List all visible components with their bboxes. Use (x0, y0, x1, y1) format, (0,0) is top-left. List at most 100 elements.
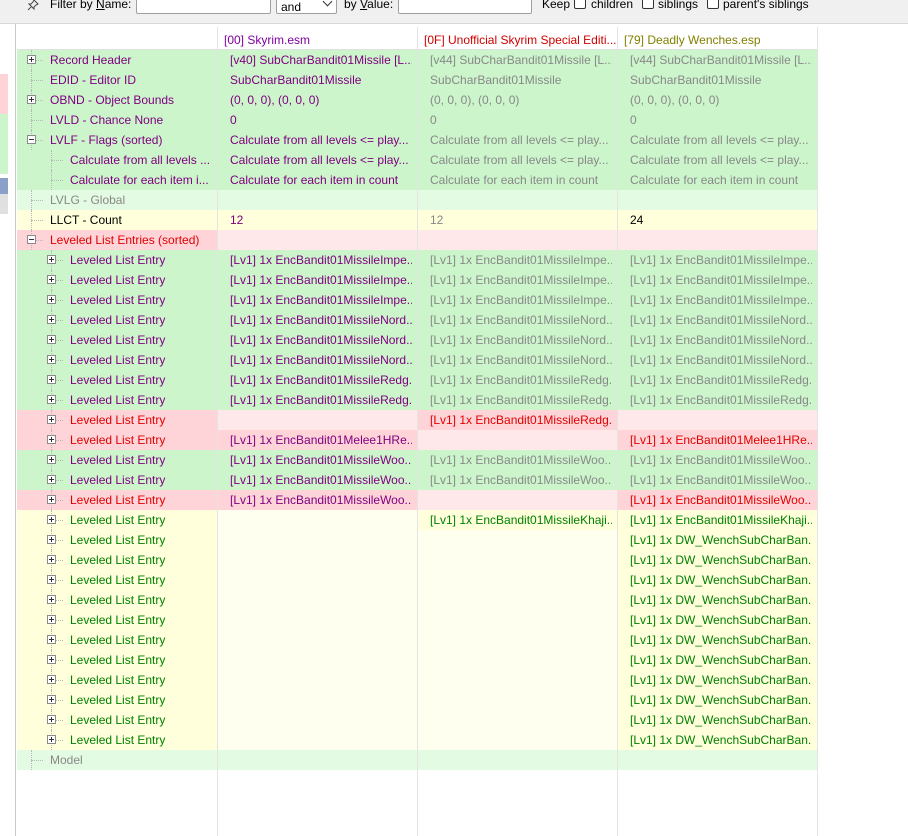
tree-row-leveled-list-entry[interactable]: Leveled List Entry [Lv1] 1x EncBandit01Me… (17, 430, 908, 450)
tree-row-leveled-list-entry[interactable]: Leveled List Entry [Lv1] 1x EncBandit01Mi… (17, 350, 908, 370)
expand-plus-icon[interactable] (27, 95, 36, 104)
value-cell-col2[interactable]: [Lv1] 1x EncBandit01MissileKhaji... (630, 513, 812, 527)
value-cell-col1[interactable]: [Lv1] 1x EncBandit01MissileRedg... (430, 413, 612, 427)
expand-plus-icon[interactable] (27, 55, 36, 64)
collapse-minus-icon[interactable] (27, 235, 36, 244)
value-cell-col2[interactable]: 24 (630, 213, 812, 227)
value-cell-col1[interactable]: [Lv1] 1x EncBandit01MissileNord... (430, 313, 612, 327)
expand-plus-icon[interactable] (47, 635, 56, 644)
value-cell-col1[interactable]: Calculate for each item in count (430, 173, 612, 187)
column-header-deadly-wenches[interactable]: [79] Deadly Wenches.esp (624, 33, 761, 47)
tree-row-leveled-list-entry[interactable]: Leveled List Entry [Lv1] 1x EncBandit01Mi… (17, 410, 908, 430)
tree-row-leveled-list-entry[interactable]: Leveled List Entry [Lv1] 1x DW_WenchSubCh… (17, 630, 908, 650)
value-cell-col2[interactable]: [Lv1] 1x DW_WenchSubCharBan... (630, 573, 812, 587)
value-cell-col0[interactable]: [v40] SubCharBandit01Missile [L... (230, 53, 412, 67)
value-cell-col2[interactable]: 0 (630, 113, 812, 127)
value-cell-col1[interactable]: [v44] SubCharBandit01Missile [L... (430, 53, 612, 67)
value-cell-col2[interactable]: [Lv1] 1x DW_WenchSubCharBan... (630, 553, 812, 567)
value-cell-col1[interactable]: Calculate from all levels <= play... (430, 153, 612, 167)
expand-plus-icon[interactable] (47, 675, 56, 684)
value-cell-col2[interactable]: [Lv1] 1x EncBandit01MissileNord... (630, 313, 812, 327)
value-cell-col1[interactable]: [Lv1] 1x EncBandit01MissileRedg... (430, 373, 612, 387)
tree-row-leveled-list-entry[interactable]: Leveled List Entry [Lv1] 1x EncBandit01Mi… (17, 330, 908, 350)
value-cell-col2[interactable]: [Lv1] 1x DW_WenchSubCharBan... (630, 593, 812, 607)
value-cell-col2[interactable]: [Lv1] 1x DW_WenchSubCharBan... (630, 533, 812, 547)
expand-plus-icon[interactable] (47, 415, 56, 424)
value-cell-col0[interactable]: 12 (230, 213, 412, 227)
value-cell-col2[interactable]: Calculate from all levels <= play... (630, 133, 812, 147)
value-cell-col2[interactable]: SubCharBandit01Missile (630, 73, 812, 87)
expand-plus-icon[interactable] (47, 595, 56, 604)
siblings-checkbox[interactable] (642, 0, 654, 9)
value-cell-col2[interactable]: [Lv1] 1x EncBandit01MissileRedg... (630, 373, 812, 387)
value-cell-col1[interactable]: [Lv1] 1x EncBandit01MissileKhaji... (430, 513, 612, 527)
value-cell-col0[interactable]: (0, 0, 0), (0, 0, 0) (230, 93, 412, 107)
value-cell-col0[interactable]: Calculate for each item in count (230, 173, 412, 187)
value-cell-col0[interactable]: 0 (230, 113, 412, 127)
tree-row-model[interactable]: Model (17, 750, 908, 770)
expand-plus-icon[interactable] (47, 355, 56, 364)
expand-plus-icon[interactable] (47, 715, 56, 724)
value-cell-col2[interactable]: [Lv1] 1x EncBandit01MissileNord... (630, 353, 812, 367)
value-cell-col1[interactable]: 12 (430, 213, 612, 227)
expand-plus-icon[interactable] (47, 575, 56, 584)
value-cell-col2[interactable]: Calculate from all levels <= play... (630, 153, 812, 167)
tree-row-calculate-for-each-item-i[interactable]: Calculate for each item i... Calculate fo… (17, 170, 908, 190)
tree-row-record-header[interactable]: Record Header [v40] SubCharBandit01Missil… (17, 50, 908, 70)
value-cell-col2[interactable]: [Lv1] 1x DW_WenchSubCharBan... (630, 613, 812, 627)
children-checkbox[interactable] (574, 0, 586, 9)
expand-plus-icon[interactable] (47, 275, 56, 284)
expand-plus-icon[interactable] (47, 495, 56, 504)
expand-plus-icon[interactable] (47, 515, 56, 524)
tree-row-leveled-list-entry[interactable]: Leveled List Entry [Lv1] 1x EncBandit01Mi… (17, 490, 908, 510)
value-cell-col1[interactable]: [Lv1] 1x EncBandit01MissileWoo... (430, 453, 612, 467)
expand-plus-icon[interactable] (47, 255, 56, 264)
tree-row-calculate-from-all-levels[interactable]: Calculate from all levels ... Calculate f… (17, 150, 908, 170)
tree-row-leveled-list-entry[interactable]: Leveled List Entry [Lv1] 1x EncBandit01Mi… (17, 310, 908, 330)
pin-icon[interactable] (27, 0, 39, 11)
value-cell-col1[interactable]: [Lv1] 1x EncBandit01MissileWoo... (430, 473, 612, 487)
filter-value-input[interactable] (398, 0, 532, 14)
tree-row-leveled-list-entry[interactable]: Leveled List Entry [Lv1] 1x DW_WenchSubCh… (17, 590, 908, 610)
value-cell-col0[interactable]: [Lv1] 1x EncBandit01MissileWoo... (230, 473, 412, 487)
value-cell-col0[interactable]: [Lv1] 1x EncBandit01MissileImpe... (230, 253, 412, 267)
value-cell-col0[interactable]: [Lv1] 1x EncBandit01MissileRedg... (230, 373, 412, 387)
tree-row-leveled-list-entry[interactable]: Leveled List Entry [Lv1] 1x EncBandit01Mi… (17, 450, 908, 470)
value-cell-col0[interactable]: Calculate from all levels <= play... (230, 153, 412, 167)
tree-row-leveled-list-entry[interactable]: Leveled List Entry [Lv1] 1x DW_WenchSubCh… (17, 650, 908, 670)
expand-plus-icon[interactable] (47, 535, 56, 544)
value-cell-col2[interactable]: [Lv1] 1x EncBandit01Melee1HRe... (630, 433, 812, 447)
expand-plus-icon[interactable] (47, 315, 56, 324)
tree-row-leveled-list-entry[interactable]: Leveled List Entry [Lv1] 1x EncBandit01Mi… (17, 390, 908, 410)
tree-row-leveled-list-entry[interactable]: Leveled List Entry [Lv1] 1x DW_WenchSubCh… (17, 690, 908, 710)
expand-plus-icon[interactable] (47, 615, 56, 624)
tree-row-leveled-list-entry[interactable]: Leveled List Entry [Lv1] 1x EncBandit01Mi… (17, 510, 908, 530)
expand-plus-icon[interactable] (47, 395, 56, 404)
value-cell-col2[interactable]: [Lv1] 1x DW_WenchSubCharBan... (630, 713, 812, 727)
value-cell-col0[interactable]: SubCharBandit01Missile (230, 73, 412, 87)
tree-row-lvld-chance-none[interactable]: LVLD - Chance None 0 0 0 (17, 110, 908, 130)
value-cell-col2[interactable]: [Lv1] 1x DW_WenchSubCharBan... (630, 633, 812, 647)
value-cell-col2[interactable]: (0, 0, 0), (0, 0, 0) (630, 93, 812, 107)
expand-plus-icon[interactable] (47, 295, 56, 304)
value-cell-col2[interactable]: [Lv1] 1x DW_WenchSubCharBan... (630, 693, 812, 707)
tree-row-edid-editor-id[interactable]: EDID - Editor ID SubCharBandit01Missile Su… (17, 70, 908, 90)
tree-row-leveled-list-entry[interactable]: Leveled List Entry [Lv1] 1x DW_WenchSubCh… (17, 550, 908, 570)
value-cell-col2[interactable]: Calculate for each item in count (630, 173, 812, 187)
tree-row-leveled-list-entry[interactable]: Leveled List Entry [Lv1] 1x DW_WenchSubCh… (17, 710, 908, 730)
value-cell-col2[interactable]: [Lv1] 1x DW_WenchSubCharBan... (630, 673, 812, 687)
tree-row-leveled-list-entry[interactable]: Leveled List Entry [Lv1] 1x EncBandit01Mi… (17, 270, 908, 290)
tree-row-leveled-list-entry[interactable]: Leveled List Entry [Lv1] 1x DW_WenchSubCh… (17, 570, 908, 590)
value-cell-col2[interactable]: [Lv1] 1x EncBandit01MissileImpe... (630, 273, 812, 287)
filter-operator-select[interactable]: and (276, 0, 337, 14)
expand-plus-icon[interactable] (47, 475, 56, 484)
value-cell-col1[interactable]: 0 (430, 113, 612, 127)
value-cell-col0[interactable]: [Lv1] 1x EncBandit01MissileRedg... (230, 393, 412, 407)
tree-row-leveled-list-entry[interactable]: Leveled List Entry [Lv1] 1x DW_WenchSubCh… (17, 730, 908, 750)
filter-name-input[interactable] (136, 0, 271, 14)
value-cell-col0[interactable]: [Lv1] 1x EncBandit01MissileImpe... (230, 273, 412, 287)
tree-row-llct-count[interactable]: LLCT - Count 12 12 24 (17, 210, 908, 230)
value-cell-col0[interactable]: [Lv1] 1x EncBandit01MissileWoo... (230, 493, 412, 507)
value-cell-col2[interactable]: [Lv1] 1x EncBandit01MissileWoo... (630, 473, 812, 487)
expand-plus-icon[interactable] (47, 655, 56, 664)
